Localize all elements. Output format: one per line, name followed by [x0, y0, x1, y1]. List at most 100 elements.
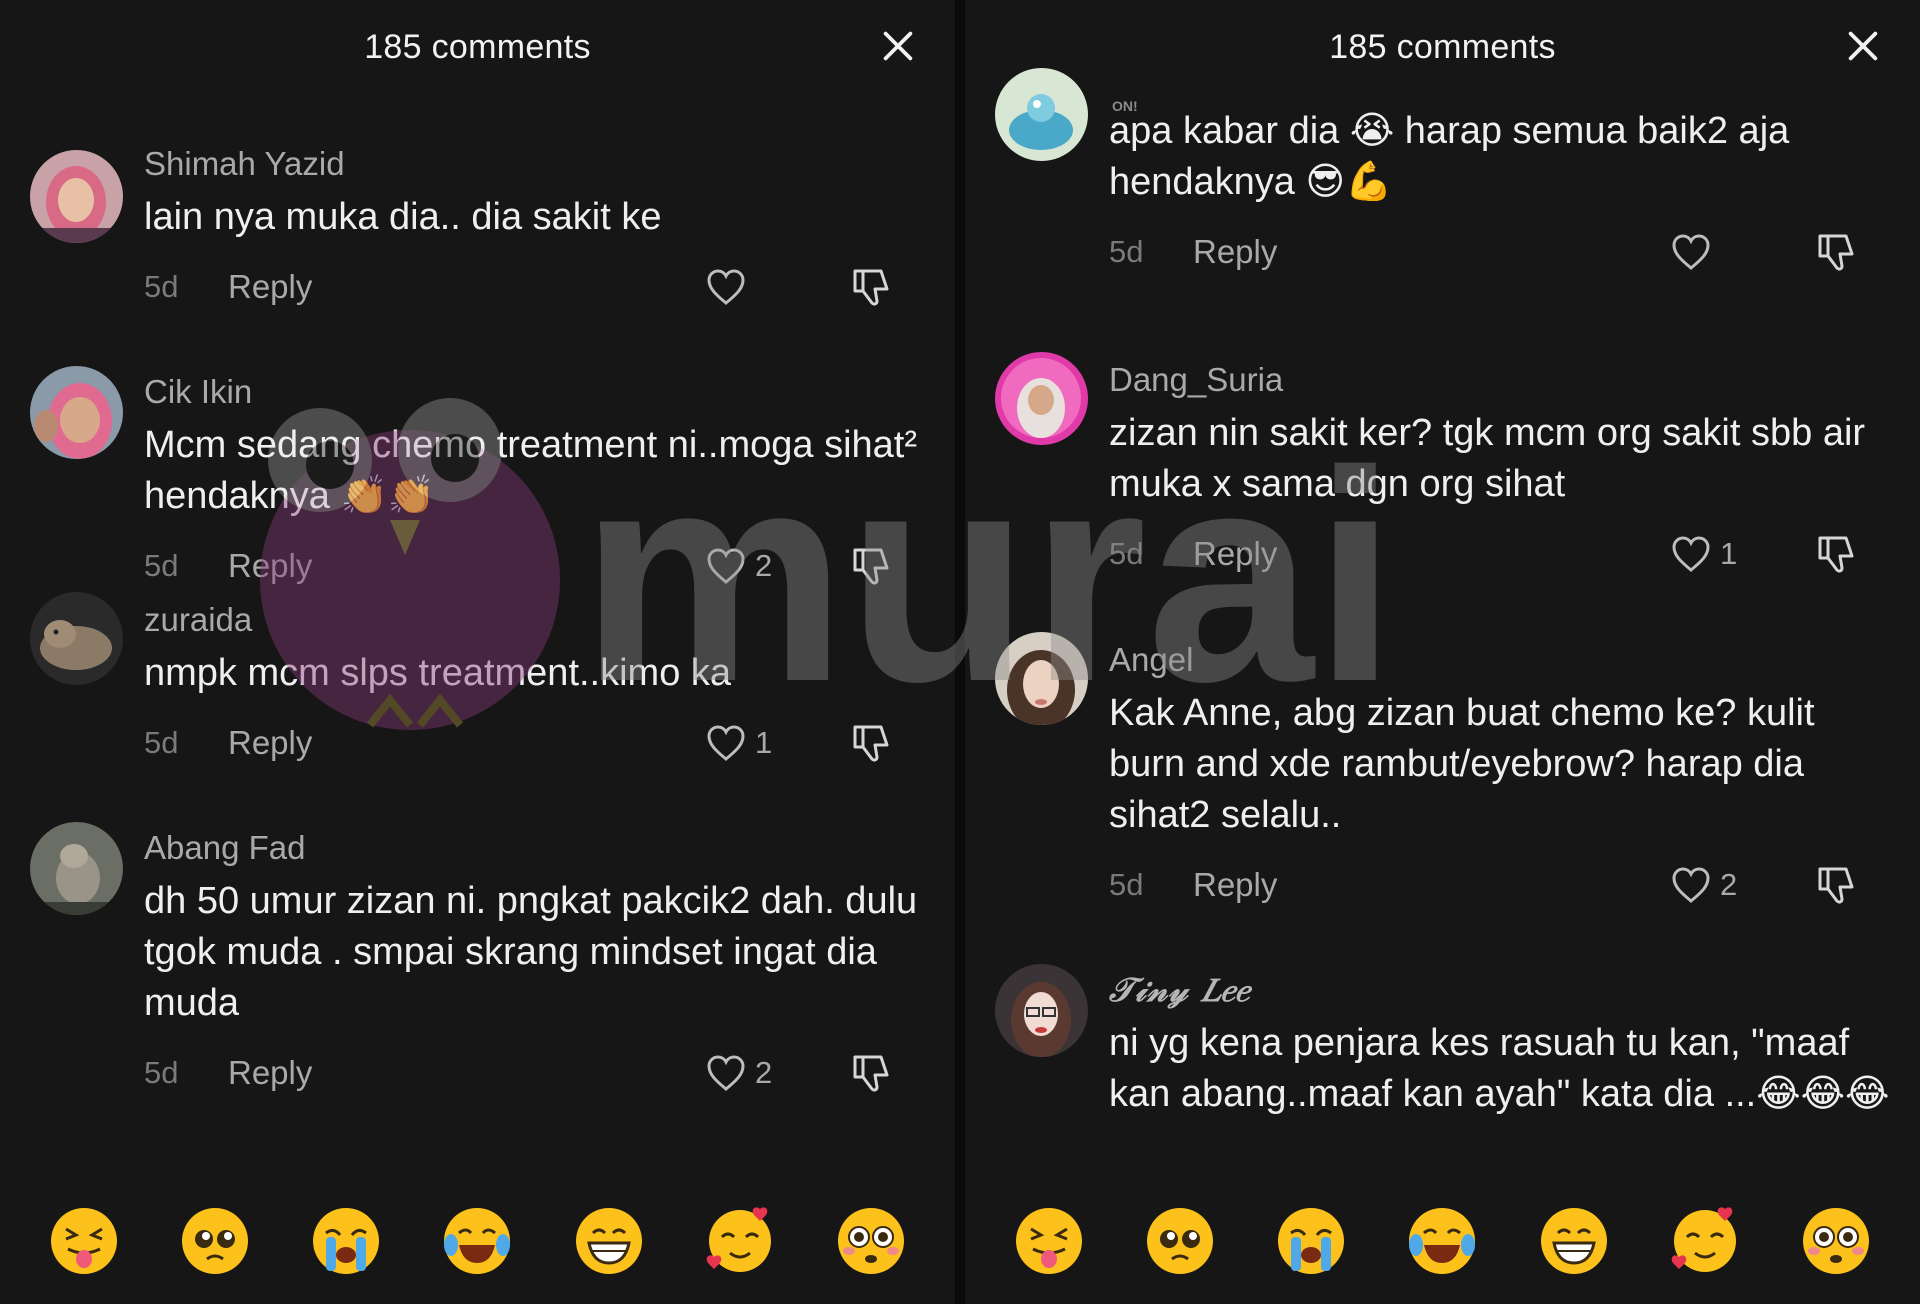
avatar[interactable] [995, 964, 1088, 1057]
like-count: 2 [1720, 867, 1738, 902]
comment-username[interactable]: zuraida [144, 596, 925, 644]
squinting-tongue-emoji-icon[interactable] [48, 1205, 120, 1277]
pleading-emoji-icon[interactable] [1144, 1205, 1216, 1277]
comment-item: Dang_Suria zizan nin sakit ker? tgk mcm … [965, 352, 1920, 636]
heart-icon [707, 1055, 745, 1091]
comment-item: 𝒯𝒾𝓃𝓎 𝐿𝑒𝑒 ni yg kena penjara kes rasuah t… [965, 964, 1920, 1196]
loudly-crying-emoji-icon[interactable] [310, 1205, 382, 1277]
comment-text: ni yg kena penjara kes rasuah tu kan, "m… [1109, 1022, 1890, 1115]
like-button[interactable]: 2 [1670, 865, 1740, 905]
comment-username[interactable]: Shimah Yazid [144, 140, 925, 188]
badge-label: ON! [1112, 98, 1138, 114]
tears-of-joy-emoji-icon[interactable] [441, 1205, 513, 1277]
comments-panel-left: 185 comments Shimah Yazid lain nya muka … [0, 0, 955, 1304]
thumbs-down-icon [853, 1055, 889, 1092]
comment-text: zizan nin sakit ker? tgk mcm org sakit s… [1109, 412, 1866, 505]
comment-time: 5d [144, 1055, 179, 1090]
heart-icon [1672, 867, 1710, 903]
dislike-button[interactable] [1814, 230, 1858, 279]
reply-button[interactable]: Reply [1193, 233, 1277, 271]
heart-icon [707, 548, 745, 584]
reply-button[interactable]: Reply [228, 1054, 312, 1092]
comment-time: 5d [144, 725, 179, 760]
avatar[interactable] [995, 352, 1088, 445]
grinning-emoji-icon[interactable] [1538, 1205, 1610, 1277]
heart-icon [1672, 536, 1710, 572]
dislike-button[interactable] [1814, 532, 1858, 581]
comment-item: Shimah Yazid lain nya muka dia.. dia sak… [0, 140, 955, 368]
comment-item: Cik Ikin Mcm sedang chemo treatment ni..… [0, 366, 955, 596]
comment-username[interactable] [1109, 90, 1890, 102]
avatar[interactable] [30, 592, 123, 685]
smiling-hearts-emoji-icon[interactable] [704, 1205, 776, 1277]
comment-item: Angel Kak Anne, abg zizan buat chemo ke?… [965, 632, 1920, 966]
like-count: 2 [755, 1055, 773, 1090]
avatar[interactable] [30, 366, 123, 459]
thumbs-down-icon [853, 269, 889, 306]
comment-text: nmpk mcm slps treatment..kimo ka [144, 652, 732, 694]
like-button[interactable]: 1 [1670, 534, 1740, 574]
close-icon [1848, 31, 1878, 61]
comments-count-title: 185 comments [364, 28, 591, 66]
like-button[interactable]: 2 [705, 1053, 775, 1093]
squinting-tongue-emoji-icon[interactable] [1013, 1205, 1085, 1277]
loudly-crying-emoji-icon[interactable] [1275, 1205, 1347, 1277]
quick-emoji-bar [0, 1196, 955, 1286]
avatar[interactable] [30, 150, 123, 243]
comments-panel-right: 185 comments apa kabar dia 😭 harap semua… [965, 0, 1920, 1304]
dislike-button[interactable] [849, 1051, 893, 1100]
heart-icon [1672, 234, 1710, 270]
comment-username[interactable]: Angel [1109, 636, 1890, 684]
thumbs-down-icon [1818, 234, 1854, 271]
like-button[interactable] [705, 267, 775, 307]
thumbs-down-icon [853, 548, 889, 585]
reply-button[interactable]: Reply [228, 547, 312, 585]
flushed-emoji-icon[interactable] [1800, 1205, 1872, 1277]
reply-button[interactable]: Reply [228, 724, 312, 762]
heart-icon [707, 725, 745, 761]
flushed-emoji-icon[interactable] [835, 1205, 907, 1277]
close-button[interactable] [1844, 27, 1882, 65]
thumbs-down-icon [1818, 867, 1854, 904]
comment-username[interactable]: Abang Fad [144, 824, 925, 872]
grinning-emoji-icon[interactable] [573, 1205, 645, 1277]
close-icon [883, 31, 913, 61]
dislike-button[interactable] [849, 544, 893, 593]
comment-item: Abang Fad dh 50 umur zizan ni. pngkat pa… [0, 822, 955, 1124]
comments-header: 185 comments [965, 0, 1920, 95]
comment-username[interactable]: Dang_Suria [1109, 356, 1890, 404]
quick-emoji-bar [965, 1196, 1920, 1286]
like-button[interactable]: 1 [705, 723, 775, 763]
tears-of-joy-emoji-icon[interactable] [1406, 1205, 1478, 1277]
comment-text: dh 50 umur zizan ni. pngkat pakcik2 dah.… [144, 880, 918, 1024]
like-button[interactable]: 2 [705, 546, 775, 586]
comment-time: 5d [1109, 536, 1144, 571]
comment-time: 5d [144, 548, 179, 583]
pleading-emoji-icon[interactable] [179, 1205, 251, 1277]
comment-item: zuraida nmpk mcm slps treatment..kimo ka… [0, 592, 955, 824]
reply-button[interactable]: Reply [228, 268, 312, 306]
panel-divider [955, 0, 965, 1304]
comment-text: Kak Anne, abg zizan buat chemo ke? kulit… [1109, 692, 1815, 836]
like-count: 2 [755, 548, 773, 583]
reply-button[interactable]: Reply [1193, 535, 1277, 573]
dislike-button[interactable] [849, 265, 893, 314]
comment-username[interactable]: 𝒯𝒾𝓃𝓎 𝐿𝑒𝑒 [1109, 966, 1890, 1014]
comment-time: 5d [1109, 867, 1144, 902]
like-button[interactable] [1670, 232, 1740, 272]
close-button[interactable] [879, 27, 917, 65]
heart-icon [707, 269, 745, 305]
avatar[interactable] [30, 822, 123, 915]
dislike-button[interactable] [1814, 863, 1858, 912]
dislike-button[interactable] [849, 721, 893, 770]
smiling-hearts-emoji-icon[interactable] [1669, 1205, 1741, 1277]
comment-time: 5d [1109, 234, 1144, 269]
thumbs-down-icon [1818, 536, 1854, 573]
comment-text: Mcm sedang chemo treatment ni..moga siha… [144, 424, 918, 517]
comments-count-title: 185 comments [1329, 28, 1556, 66]
comment-text: lain nya muka dia.. dia sakit ke [144, 196, 662, 238]
reply-button[interactable]: Reply [1193, 866, 1277, 904]
comment-username[interactable]: Cik Ikin [144, 368, 925, 416]
avatar[interactable] [995, 632, 1088, 725]
avatar[interactable] [995, 68, 1088, 161]
